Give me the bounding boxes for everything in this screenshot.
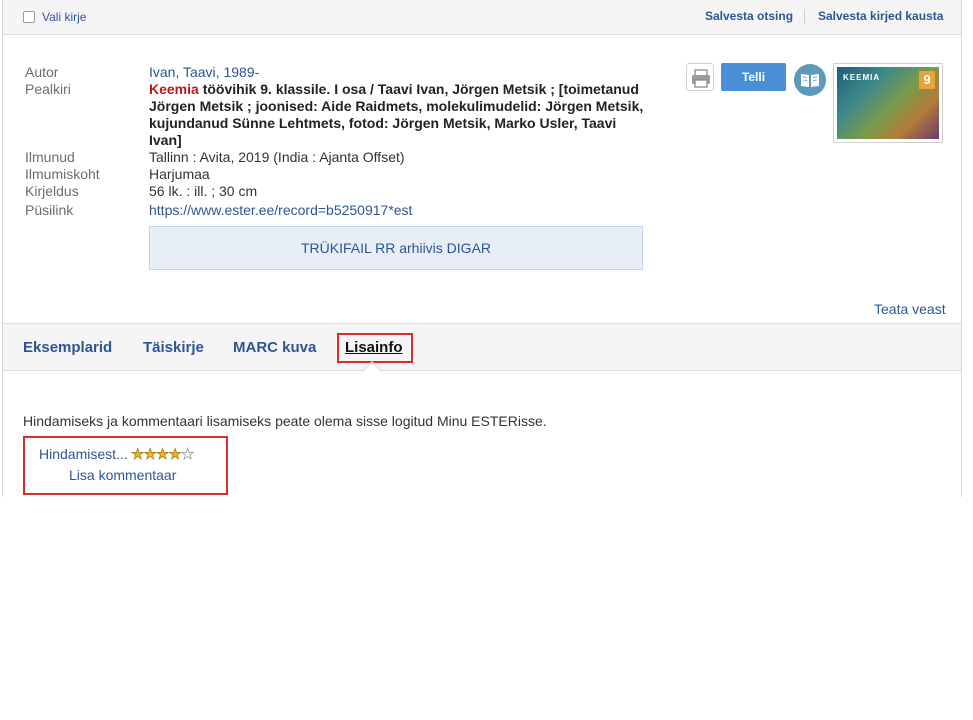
field-label: Autor: [25, 64, 59, 80]
select-record-checkbox[interactable]: [23, 11, 35, 23]
record-tabs: Eksemplarid Täiskirje MARC kuva Lisainfo: [3, 323, 961, 381]
field-value: 56 lk. : ill. ; 30 cm: [149, 183, 258, 199]
book-cover-image[interactable]: KEEMIA 9: [833, 63, 943, 143]
save-search-link[interactable]: Salvesta otsing: [705, 9, 793, 23]
digar-archive-button[interactable]: TRÜKIFAIL RR arhiivis DIGAR: [149, 226, 643, 270]
record-toolbar: Vali kirje Salvesta otsing Salvesta kirj…: [3, 0, 961, 35]
tab-taiskirje[interactable]: Täiskirje: [143, 339, 204, 356]
author-link[interactable]: Ivan, Taavi, 1989-: [149, 64, 649, 81]
cover-title: KEEMIA: [843, 73, 881, 82]
book-icon: [801, 74, 819, 87]
printer-icon: [692, 69, 710, 88]
rating-stars[interactable]: ★★★★★: [131, 446, 195, 464]
order-button[interactable]: Telli: [721, 63, 786, 91]
field-label: Ilmunud: [25, 149, 75, 165]
rating-annotation-box: Hindamisest... ★★★★★ Lisa kommentaar: [23, 436, 228, 495]
field-value: Harjumaa: [149, 166, 210, 182]
record-panel: Vali kirje Salvesta otsing Salvesta kirj…: [2, 0, 962, 497]
title-value: Keemia töövihik 9. klassile. I osa / Taa…: [149, 81, 649, 149]
print-button[interactable]: [686, 63, 714, 91]
tab-eksemplarid[interactable]: Eksemplarid: [23, 339, 112, 356]
save-to-folder-link[interactable]: Salvesta kirjed kausta: [818, 9, 943, 23]
login-notice: Hindamiseks ja kommentaari lisamiseks pe…: [23, 413, 547, 429]
cover-number: 9: [919, 71, 935, 89]
toolbar-divider: [804, 9, 805, 24]
cover-art: KEEMIA 9: [837, 67, 939, 139]
select-record-label[interactable]: Vali kirje: [42, 10, 86, 24]
star-empty-icon: ★: [180, 446, 194, 464]
field-label: Kirjeldus: [25, 183, 79, 199]
report-error-link[interactable]: Teata veast: [874, 301, 946, 317]
annotation-highlight-box: [337, 333, 413, 363]
field-label: Ilmumiskoht: [25, 166, 100, 182]
star-filled-icon: ★: [155, 446, 170, 464]
field-label: Pealkiri: [25, 81, 71, 97]
add-comment-link[interactable]: Lisa kommentaar: [69, 467, 176, 483]
search-term-highlight: Keemia: [149, 81, 199, 97]
read-online-button[interactable]: [794, 64, 826, 96]
field-label: Püsilink: [25, 202, 74, 218]
tab-marc-kuva[interactable]: MARC kuva: [233, 339, 316, 356]
star-filled-icon: ★: [168, 446, 182, 464]
field-value: Tallinn : Avita, 2019 (India : Ajanta Of…: [149, 149, 405, 165]
title-text: töövihik 9. klassile. I osa / Taavi Ivan…: [149, 81, 644, 148]
permalink-link[interactable]: https://www.ester.ee/record=b5250917*est: [149, 202, 649, 219]
active-tab-indicator: [362, 361, 382, 381]
star-filled-icon: ★: [131, 446, 145, 464]
star-filled-icon: ★: [143, 446, 157, 464]
rating-link[interactable]: Hindamisest...: [39, 446, 128, 462]
